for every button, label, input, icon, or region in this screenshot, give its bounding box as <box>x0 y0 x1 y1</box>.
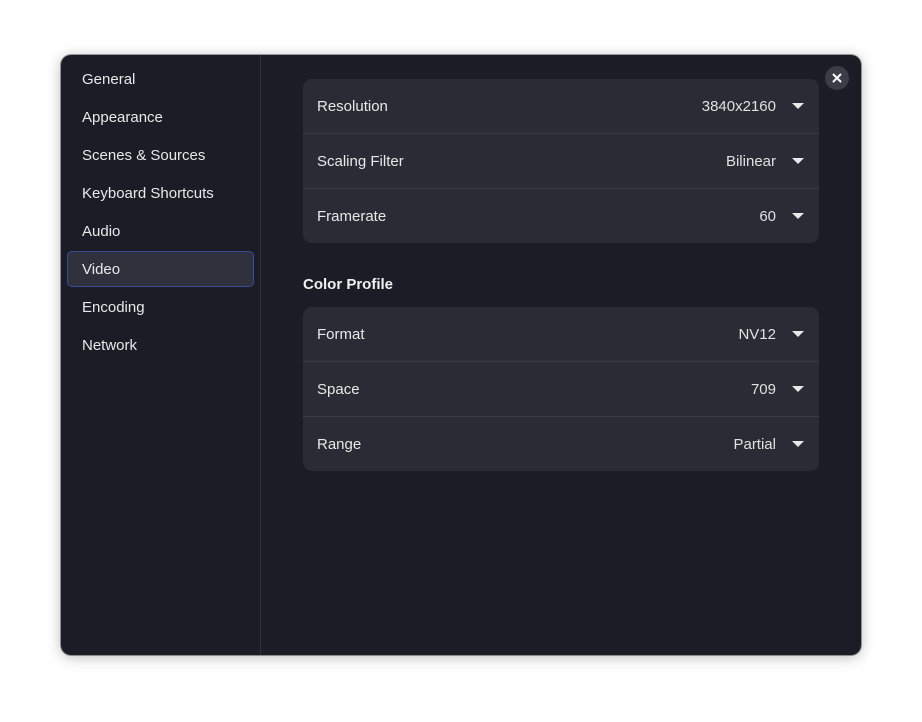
sidebar-item-label: Appearance <box>82 108 163 126</box>
chevron-down-icon <box>792 386 804 392</box>
resolution-dropdown[interactable]: Resolution 3840x2160 <box>303 79 819 134</box>
close-button[interactable] <box>825 66 849 90</box>
row-label: Framerate <box>317 207 387 225</box>
section-title-color-profile: Color Profile <box>303 276 394 293</box>
video-settings-group: Resolution 3840x2160 Scaling Filter Bili… <box>303 79 819 243</box>
row-label: Format <box>317 325 365 343</box>
row-label: Resolution <box>317 97 388 115</box>
sidebar-item-audio[interactable]: Audio <box>67 213 254 249</box>
sidebar-item-label: Encoding <box>82 298 145 316</box>
sidebar-item-encoding[interactable]: Encoding <box>67 289 254 325</box>
range-dropdown[interactable]: Range Partial <box>303 417 819 471</box>
space-dropdown[interactable]: Space 709 <box>303 362 819 417</box>
preferences-window: General Appearance Scenes & Sources Keyb… <box>61 55 861 655</box>
row-label: Scaling Filter <box>317 152 404 170</box>
sidebar-item-label: General <box>82 70 136 88</box>
sidebar-item-scenes-sources[interactable]: Scenes & Sources <box>67 137 254 173</box>
sidebar-item-appearance[interactable]: Appearance <box>67 99 254 135</box>
sidebar-item-video[interactable]: Video <box>67 251 254 287</box>
row-value: NV12 <box>738 325 776 343</box>
sidebar-item-keyboard-shortcuts[interactable]: Keyboard Shortcuts <box>67 175 254 211</box>
color-profile-group: Format NV12 Space 709 Range Partial <box>303 307 819 471</box>
scaling-filter-dropdown[interactable]: Scaling Filter Bilinear <box>303 134 819 189</box>
row-value: 60 <box>759 207 776 225</box>
row-value: Bilinear <box>725 152 776 170</box>
row-label: Range <box>317 435 362 453</box>
row-label: Space <box>317 380 360 398</box>
row-value: 3840x2160 <box>701 97 776 115</box>
row-value: 709 <box>750 380 776 398</box>
sidebar-item-label: Audio <box>82 222 121 240</box>
settings-content: Resolution 3840x2160 Scaling Filter Bili… <box>303 55 819 655</box>
sidebar: General Appearance Scenes & Sources Keyb… <box>61 55 261 655</box>
sidebar-item-label: Video <box>82 260 121 278</box>
format-dropdown[interactable]: Format NV12 <box>303 307 819 362</box>
close-icon <box>832 73 842 83</box>
sidebar-item-label: Network <box>82 336 138 354</box>
chevron-down-icon <box>792 441 804 447</box>
sidebar-item-label: Keyboard Shortcuts <box>82 184 214 202</box>
framerate-dropdown[interactable]: Framerate 60 <box>303 189 819 243</box>
sidebar-item-network[interactable]: Network <box>67 327 254 363</box>
chevron-down-icon <box>792 331 804 337</box>
chevron-down-icon <box>792 213 804 219</box>
sidebar-item-general[interactable]: General <box>67 61 254 97</box>
row-value: Partial <box>733 435 776 453</box>
chevron-down-icon <box>792 103 804 109</box>
chevron-down-icon <box>792 158 804 164</box>
sidebar-item-label: Scenes & Sources <box>82 146 206 164</box>
